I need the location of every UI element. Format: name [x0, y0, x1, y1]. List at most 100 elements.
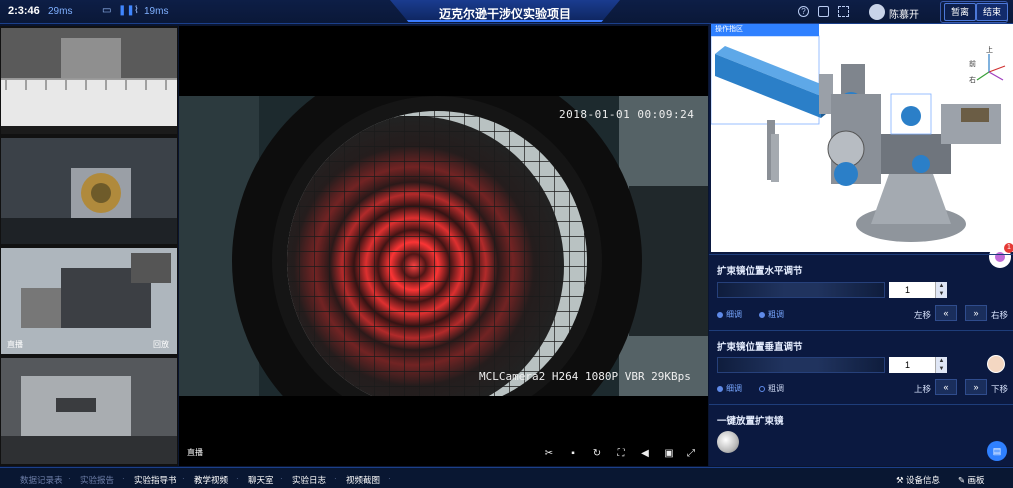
radio-dot	[717, 311, 723, 318]
thumb-3-live-label[interactable]: 直播	[7, 339, 23, 350]
vertical-slider[interactable]	[717, 357, 885, 373]
pip-icon[interactable]: ▣	[663, 448, 675, 459]
signal-icon: ⌇	[134, 5, 139, 16]
footer-separator: ·	[236, 474, 239, 483]
horizontal-stepper[interactable]: ▲ ▼	[935, 282, 947, 298]
latency-1: 29ms	[48, 6, 73, 17]
osd-timestamp: 2018-01-01 00:09:24	[559, 108, 695, 121]
move-up-label: 上移	[914, 384, 932, 394]
session-clock: 2:3:46	[8, 5, 40, 17]
user-name: 陈慕开	[889, 10, 919, 21]
axis-up-label: 上	[986, 45, 993, 54]
osd-camera-info: MCLCamera2 H264 1080P VBR 29KBps	[479, 370, 691, 383]
save-icon[interactable]: ▪	[567, 448, 579, 459]
refresh-icon[interactable]: ↻	[591, 448, 603, 459]
device-info-button[interactable]: ⚒ 设备信息	[896, 474, 940, 486]
radio-dot	[759, 385, 765, 392]
screenshot-icon[interactable]: ⛶	[615, 448, 627, 459]
axis-right-label: 右	[969, 75, 976, 84]
apparatus-model: 上 前 右	[710, 35, 1006, 242]
help-icon[interactable]: ?	[798, 6, 809, 17]
move-right-label: 右移	[991, 310, 1009, 320]
one-key-title: 一键放置扩束镜	[717, 416, 784, 427]
volume-icon[interactable]: ◀	[639, 448, 651, 459]
move-left-label: 左移	[914, 310, 932, 320]
footer-chatroom[interactable]: 聊天室	[248, 474, 274, 486]
horizontal-coarse-radio[interactable]: 粗调	[759, 309, 784, 320]
assistant-avatar[interactable]	[987, 355, 1005, 373]
model-tab[interactable]: 操作指区	[711, 24, 819, 36]
footer-teaching-video[interactable]: 教学视频	[194, 474, 228, 486]
move-down-button[interactable]: »	[965, 379, 987, 395]
horizontal-coarse-label: 粗调	[768, 310, 784, 319]
bottom-toolbar: 数据记录表 · 实验报告 · 实验指导书 · 教学视频 · 聊天室 · 实验日志…	[0, 467, 1013, 488]
expand-icon[interactable]: ⤢	[685, 448, 697, 459]
vertical-adjust-title: 扩束镜位置垂直调节	[717, 342, 803, 353]
move-up-button[interactable]: «	[935, 379, 957, 395]
main-video[interactable]: 2018-01-01 00:09:24 MCLCamera2 H264 1080…	[179, 26, 708, 466]
pause-icon[interactable]: ❚❚	[118, 6, 135, 16]
vertical-coarse-radio[interactable]: 粗调	[759, 383, 784, 394]
axis-front-label: 前	[969, 59, 976, 68]
title-banner: 迈克尔逊干涉仪实验项目	[390, 0, 620, 22]
leave-button[interactable]: 暂离	[944, 3, 976, 21]
footer-separator: ·	[122, 474, 125, 483]
horizontal-slider[interactable]	[717, 282, 885, 298]
page-title: 迈克尔逊干涉仪实验项目	[438, 7, 571, 21]
vertical-fine-label: 细调	[726, 384, 742, 393]
footer-separator: ·	[182, 474, 185, 483]
camera-thumb-1-view	[1, 28, 177, 134]
device-info-label: 设备信息	[905, 475, 940, 485]
camera-thumb-3[interactable]: 直播 回放	[1, 248, 177, 354]
avatar[interactable]	[869, 4, 885, 20]
vertical-stepper[interactable]: ▲ ▼	[935, 357, 947, 373]
canvas-button[interactable]: ✎ 画板	[958, 474, 985, 486]
vertical-value-input[interactable]: 1	[889, 357, 935, 373]
vertical-adjust-section: 扩束镜位置垂直调节 1 ▲ ▼ 细调 粗调 上移 « » 下移	[709, 330, 1013, 404]
interference-view	[179, 26, 708, 466]
footer-separator: ·	[68, 474, 71, 483]
footer-separator: ·	[280, 474, 283, 483]
vertical-fine-radio[interactable]: 细调	[717, 383, 742, 394]
canvas-label: 画板	[967, 475, 985, 485]
camera-thumb-2-view	[1, 138, 177, 244]
footer-screenshot[interactable]: 视频截图	[346, 474, 380, 486]
horizontal-value-input[interactable]: 1	[889, 282, 935, 298]
top-bar: 2:3:46 29ms ▭ ❚❚ ⌇ 19ms 迈克尔逊干涉仪实验项目 ? 陈慕…	[0, 0, 1013, 24]
footer-report[interactable]: 实验报告	[80, 474, 114, 486]
move-left-button[interactable]: «	[935, 305, 957, 321]
end-button[interactable]: 结束	[976, 3, 1008, 21]
footer-separator: ·	[388, 474, 391, 483]
camera-thumb-2[interactable]	[1, 138, 177, 244]
footer-data-table[interactable]: 数据记录表	[20, 474, 63, 486]
one-key-place-button[interactable]	[717, 431, 739, 453]
move-right-button[interactable]: »	[965, 305, 987, 321]
horizontal-adjust-section: 扩束镜位置水平调节 1 ▲ ▼ 细调 粗调 左移 « » 右移	[709, 254, 1013, 330]
scissors-icon[interactable]: ✂	[543, 448, 555, 459]
camera-thumb-4[interactable]	[1, 358, 177, 464]
fullscreen-icon[interactable]	[838, 6, 849, 17]
vertical-coarse-label: 粗调	[768, 384, 784, 393]
move-down-label: 下移	[991, 384, 1009, 394]
wrench-icon: ⚒	[896, 475, 906, 485]
thumb-3-playback-label[interactable]: 回放	[153, 339, 169, 350]
control-panel: 操作指区 上 前 右 1 扩束镜位置水平调节 1 ▲ ▼ 细调 粗调 左移 « …	[709, 24, 1013, 466]
chat-icon[interactable]: ▤	[987, 441, 1007, 461]
horizontal-adjust-title: 扩束镜位置水平调节	[717, 266, 803, 277]
horizontal-fine-radio[interactable]: 细调	[717, 309, 742, 320]
camera-thumb-4-view	[1, 358, 177, 464]
footer-log[interactable]: 实验日志	[292, 474, 326, 486]
horizontal-fine-label: 细调	[726, 310, 742, 319]
footer-separator: ·	[334, 474, 337, 483]
camera-thumb-3-view	[1, 248, 177, 354]
footer-guide[interactable]: 实验指导书	[134, 474, 177, 486]
radio-dot	[759, 311, 765, 318]
monitor-icon[interactable]: ▭	[102, 6, 112, 16]
radio-dot	[717, 385, 723, 392]
notification-badge: 1	[1004, 243, 1013, 253]
camera-thumb-1[interactable]	[1, 28, 177, 134]
live-label: 直播	[187, 448, 203, 457]
model-view[interactable]: 操作指区 上 前 右	[710, 24, 1013, 252]
latency-2: 19ms	[144, 6, 169, 17]
record-icon[interactable]	[818, 6, 829, 17]
